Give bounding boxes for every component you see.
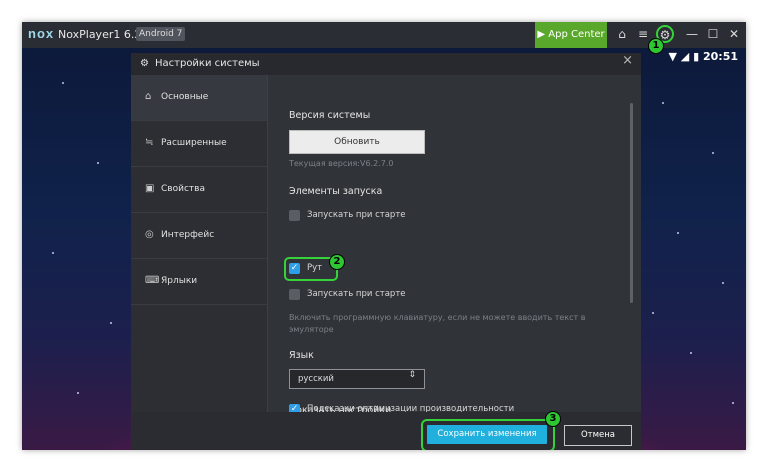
dialog-footer: 3 Сохранить изменения Отмена	[131, 411, 641, 450]
save-button[interactable]: Сохранить изменения	[427, 425, 547, 444]
callout-1: 1	[648, 38, 664, 54]
current-version-text: Текущая версия:V6.2.7.0	[289, 159, 394, 168]
app-center-label: App Center	[548, 29, 605, 40]
update-button[interactable]: Обновить	[289, 130, 425, 154]
cancel-button[interactable]: Отмена	[564, 425, 632, 446]
autostart2-label: Запускать при старте	[307, 289, 406, 299]
keyboard-icon: ⌨	[145, 275, 160, 286]
language-heading: Язык	[289, 350, 314, 361]
sidebar-item-label: Ярлыки	[161, 276, 198, 286]
root-label: Рут	[307, 263, 323, 273]
signal-icon: ◢	[680, 50, 690, 63]
chevron-updown-icon: ⇕	[408, 370, 416, 380]
settings-content: Версия системы Обновить Текущая версия:V…	[277, 75, 633, 416]
play-icon: ▶	[537, 29, 549, 40]
palette-icon: ◎	[145, 229, 154, 240]
shirt-icon[interactable]: ⌂	[614, 26, 630, 42]
status-time: 20:51	[702, 50, 738, 63]
android-status-bar: ▼ ◢ ▮ 20:51	[668, 50, 738, 63]
dialog-header: ⚙ Настройки системы ×	[131, 53, 641, 75]
startup-heading: Элементы запуска	[289, 186, 383, 197]
battery-icon: ▮	[693, 50, 700, 63]
sidebar-item-label: Основные	[161, 92, 209, 102]
wifi-icon: ▼	[668, 50, 677, 63]
settings-dialog: ⚙ Настройки системы × ⌂ Основные ≒ Расши…	[131, 53, 641, 450]
root-checkbox[interactable]: ✓	[289, 263, 300, 274]
nox-window: nox NoxPlayer1 6.2.7.0 Android 7 ▶ App C…	[22, 22, 746, 450]
sidebar-item-interface[interactable]: ◎ Интерфейс	[131, 213, 267, 259]
system-version-heading: Версия системы	[289, 110, 371, 121]
sidebar-item-basic[interactable]: ⌂ Основные	[131, 75, 267, 121]
title-bar: nox NoxPlayer1 6.2.7.0 Android 7 ▶ App C…	[22, 22, 746, 48]
home-icon: ⌂	[145, 91, 152, 102]
language-value: русский	[298, 374, 334, 384]
sidebar-item-properties[interactable]: ▣ Свойства	[131, 167, 267, 213]
autostart-label: Запускать при старте	[307, 210, 406, 220]
minimize-icon[interactable]: —	[684, 26, 700, 42]
close-icon[interactable]: ✕	[726, 26, 742, 42]
app-center-button[interactable]: ▶ App Center	[535, 22, 607, 48]
language-select[interactable]: русский ⇕	[289, 369, 425, 389]
autostart-checkbox[interactable]	[289, 210, 300, 221]
settings-gear-icon: ⚙	[140, 58, 149, 69]
sidebar-item-shortcuts[interactable]: ⌨ Ярлыки	[131, 259, 267, 305]
nox-logo: nox	[28, 26, 55, 41]
sidebar-item-label: Расширенные	[161, 138, 227, 148]
autostart2-checkbox[interactable]	[289, 289, 300, 300]
sidebar-item-label: Интерфейс	[161, 230, 215, 240]
android-version-badge: Android 7	[136, 27, 186, 41]
maximize-icon[interactable]: ☐	[705, 26, 721, 42]
menu-icon[interactable]: ≡	[635, 26, 651, 42]
content-scrollbar[interactable]	[630, 103, 633, 303]
sidebar-item-advanced[interactable]: ≒ Расширенные	[131, 121, 267, 167]
sliders-icon: ≒	[145, 137, 154, 148]
info-icon: ▣	[145, 183, 155, 194]
dialog-title: Настройки системы	[155, 58, 260, 69]
sidebar-item-label: Свойства	[161, 184, 205, 194]
callout-3: 3	[545, 411, 561, 427]
settings-sidebar: ⌂ Основные ≒ Расширенные ▣ Свойства ◎ Ин…	[131, 75, 268, 412]
keyboard-hint: Включить программную клавиатуру, если не…	[289, 313, 586, 334]
callout-2: 2	[329, 254, 345, 270]
dialog-close-button[interactable]: ×	[622, 53, 633, 68]
